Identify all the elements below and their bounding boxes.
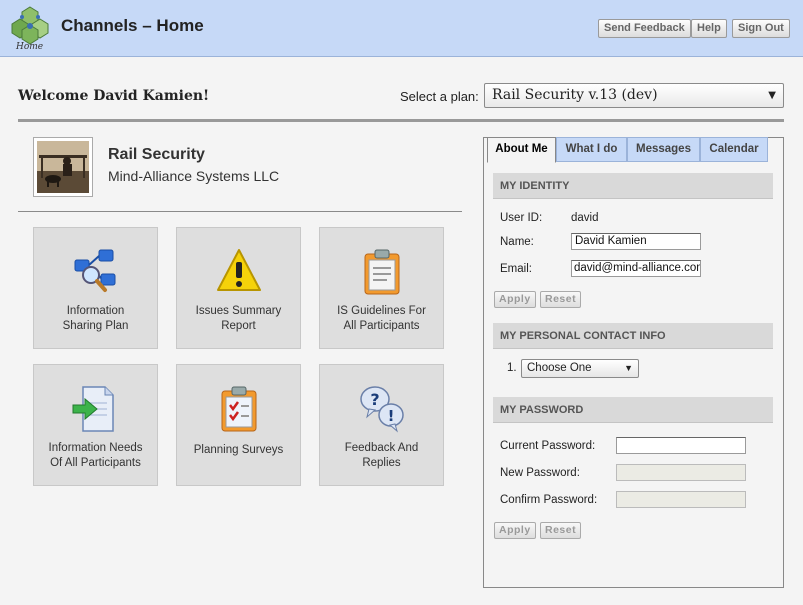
current-password-field[interactable]: [616, 437, 746, 454]
checklist-clipboard-icon: [214, 383, 264, 433]
tile-label: Information Sharing Plan: [62, 305, 129, 332]
tile-label: Feedback And Replies: [344, 442, 419, 469]
plan-select-label: Select a plan:: [400, 89, 479, 104]
welcome-text: Welcome David Kamien!: [18, 88, 210, 104]
tile-label: IS Guidelines For All Participants: [337, 305, 426, 332]
page-title: Channels – Home: [61, 16, 204, 35]
tab-messages[interactable]: Messages: [627, 137, 700, 162]
help-button[interactable]: Help: [691, 19, 727, 38]
issues-summary-report-tile[interactable]: Issues Summary Report: [176, 227, 301, 349]
current-password-label: Current Password:: [500, 440, 596, 452]
confirm-password-field[interactable]: [616, 491, 746, 508]
name-field[interactable]: David Kamien: [571, 233, 701, 250]
user-id-label: User ID:: [500, 212, 543, 224]
planning-surveys-tile[interactable]: Planning Surveys: [176, 364, 301, 486]
plan-organization: Mind-Alliance Systems LLC: [108, 168, 280, 184]
new-password-label: New Password:: [500, 467, 580, 479]
question-bubbles-icon: ? !: [357, 383, 407, 433]
identity-reset-button[interactable]: Reset: [540, 291, 582, 308]
warning-icon: [214, 246, 264, 296]
identity-apply-button[interactable]: Apply: [494, 291, 536, 308]
tab-what-i-do[interactable]: What I do: [556, 137, 627, 162]
password-heading: MY PASSWORD: [493, 397, 773, 423]
dropdown-arrow-icon: ▼: [768, 90, 776, 101]
clipboard-icon: [357, 246, 407, 296]
name-label: Name:: [500, 236, 534, 248]
svg-text:!: !: [388, 407, 395, 425]
tile-label: Information Needs Of All Participants: [48, 442, 143, 469]
contact-type-value: Choose One: [527, 362, 592, 374]
password-reset-button[interactable]: Reset: [540, 522, 582, 539]
divider: [18, 119, 784, 122]
contact-heading: MY PERSONAL CONTACT INFO: [493, 323, 773, 349]
contact-item-number: 1.: [507, 362, 517, 374]
logo-caption[interactable]: Home: [16, 42, 43, 52]
tab-calendar[interactable]: Calendar: [700, 137, 768, 162]
network-search-icon: [71, 246, 121, 296]
information-sharing-plan-tile[interactable]: Information Sharing Plan: [33, 227, 158, 349]
send-feedback-button[interactable]: Send Feedback: [598, 19, 691, 38]
plan-select[interactable]: Rail Security v.13 (dev) ▼: [484, 83, 784, 108]
sign-out-button[interactable]: Sign Out: [732, 19, 790, 38]
is-guidelines-tile[interactable]: IS Guidelines For All Participants: [319, 227, 444, 349]
confirm-password-label: Confirm Password:: [500, 494, 598, 506]
email-label: Email:: [500, 263, 532, 275]
document-arrow-icon: [71, 383, 121, 433]
tile-label: Planning Surveys: [193, 444, 284, 456]
header-bar: Home Channels – Home Send Feedback Help …: [0, 0, 803, 57]
plan-image: [33, 137, 93, 197]
identity-heading: MY IDENTITY: [493, 173, 773, 199]
information-needs-tile[interactable]: Information Needs Of All Participants: [33, 364, 158, 486]
user-id-value: david: [571, 212, 599, 224]
plan-name: Rail Security: [108, 146, 205, 163]
new-password-field[interactable]: [616, 464, 746, 481]
tab-about-me[interactable]: About Me: [487, 137, 556, 163]
svg-text:?: ?: [370, 390, 379, 409]
feedback-and-replies-tile[interactable]: ? ! Feedback And Replies: [319, 364, 444, 486]
password-apply-button[interactable]: Apply: [494, 522, 536, 539]
email-field[interactable]: david@mind-alliance.com: [571, 260, 701, 277]
plan-select-value: Rail Security v.13 (dev): [492, 87, 658, 103]
dropdown-arrow-icon: ▼: [624, 363, 633, 373]
divider: [18, 211, 462, 212]
contact-type-select[interactable]: Choose One ▼: [521, 359, 639, 378]
tile-label: Issues Summary Report: [195, 305, 282, 332]
